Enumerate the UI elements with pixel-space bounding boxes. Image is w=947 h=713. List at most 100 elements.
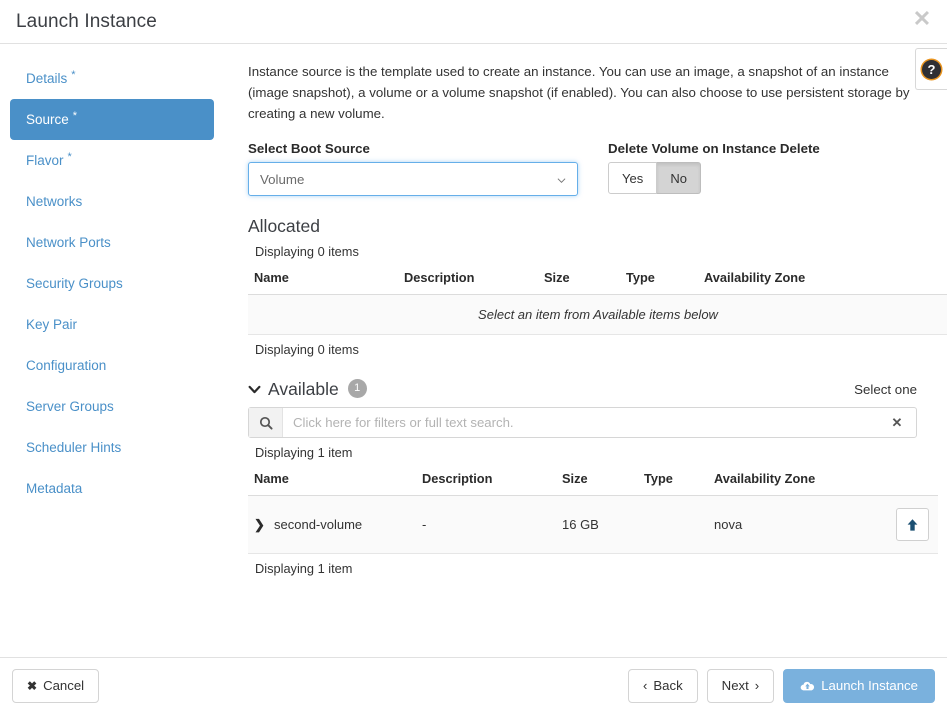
- sidebar-item-flavor[interactable]: Flavor *: [10, 140, 214, 181]
- required-marker: *: [71, 68, 76, 81]
- allocated-count-bottom: Displaying 0 items: [255, 342, 359, 357]
- next-button[interactable]: Next ›: [706, 668, 775, 703]
- delete-volume-label: Delete Volume on Instance Delete: [608, 141, 820, 156]
- sidebar-item-source[interactable]: Source *: [10, 99, 214, 140]
- sidebar-item-label: Security Groups: [26, 276, 123, 291]
- page-title: Launch Instance: [16, 10, 157, 32]
- next-label: Next: [721, 678, 749, 693]
- available-header[interactable]: Available 1 Select one: [248, 379, 917, 400]
- help-glyph: ?: [922, 59, 941, 79]
- column-header-type[interactable]: Type: [620, 266, 698, 295]
- sidebar-item-key-pair[interactable]: Key Pair: [10, 304, 214, 345]
- intro-description: Instance source is the template used to …: [248, 64, 910, 121]
- x-icon: ✖: [27, 678, 38, 693]
- column-header-availability-zone[interactable]: Availability Zone: [698, 266, 878, 295]
- sidebar-item-label: Details: [26, 71, 68, 86]
- sidebar-item-label: Source: [26, 112, 69, 127]
- column-header-name[interactable]: Name: [248, 266, 398, 295]
- chevron-right-icon: ›: [754, 678, 760, 693]
- wizard-sidebar: Details * Source * Flavor * Networks Net…: [0, 44, 228, 657]
- cell-type: [638, 495, 708, 554]
- column-header-size[interactable]: Size: [556, 467, 638, 496]
- sidebar-item-details[interactable]: Details *: [10, 58, 214, 99]
- volume-name: second-volume: [274, 516, 363, 532]
- search-input[interactable]: [283, 415, 886, 430]
- delete-volume-toggle: Yes No: [608, 162, 820, 194]
- sidebar-item-label: Flavor: [26, 153, 64, 168]
- required-marker: *: [67, 150, 72, 163]
- chevron-left-icon: ‹: [642, 678, 648, 693]
- column-header-description[interactable]: Description: [416, 467, 556, 496]
- sidebar-item-label: Metadata: [26, 481, 83, 496]
- search-icon[interactable]: [249, 408, 283, 437]
- chevron-right-icon[interactable]: ❯: [254, 517, 265, 533]
- delete-volume-no-button[interactable]: No: [657, 162, 702, 194]
- footer-actions: ‹ Back Next › Launch Instance: [627, 668, 935, 703]
- help-icon[interactable]: ?: [915, 48, 947, 90]
- sidebar-item-security-groups[interactable]: Security Groups: [10, 263, 214, 304]
- delete-volume-yes-button[interactable]: Yes: [608, 162, 658, 194]
- allocate-button[interactable]: [896, 508, 929, 541]
- available-count-top: Displaying 1 item: [255, 445, 353, 460]
- available-count-badge: 1: [347, 379, 367, 398]
- allocated-section: Allocated Displaying 0 items Name Descri…: [248, 216, 947, 357]
- launch-label: Launch Instance: [821, 678, 918, 693]
- arrow-up-icon: [907, 518, 918, 531]
- launch-instance-dialog: Launch Instance ✕ ? Details * Source * F…: [0, 0, 947, 713]
- sidebar-item-network-ports[interactable]: Network Ports: [10, 222, 214, 263]
- available-count-bottom: Displaying 1 item: [255, 561, 353, 576]
- sidebar-item-configuration[interactable]: Configuration: [10, 345, 214, 386]
- back-button[interactable]: ‹ Back: [627, 668, 698, 703]
- available-table: Name Description Size Type Availability …: [248, 467, 938, 554]
- required-marker: *: [72, 109, 78, 122]
- column-header-actions: [878, 266, 947, 295]
- cloud-upload-icon: [800, 681, 815, 690]
- search-bar[interactable]: ✕: [248, 407, 917, 438]
- sidebar-item-label: Network Ports: [26, 235, 111, 250]
- table-header-row: Name Description Size Type Availability …: [248, 467, 938, 496]
- boot-source-select[interactable]: Volume: [248, 162, 578, 196]
- sidebar-item-label: Networks: [26, 194, 83, 209]
- launch-instance-button[interactable]: Launch Instance: [783, 668, 935, 703]
- cancel-button[interactable]: ✖ Cancel: [12, 668, 100, 703]
- column-header-description[interactable]: Description: [398, 266, 538, 295]
- back-label: Back: [653, 678, 683, 693]
- source-fields-row: Select Boot Source Volume Delete Volume …: [248, 141, 917, 196]
- column-header-size[interactable]: Size: [538, 266, 620, 295]
- cell-name: ❯ second-volume: [248, 495, 416, 554]
- cancel-label: Cancel: [43, 678, 85, 693]
- table-header-row: Name Description Size Type Availability …: [248, 266, 947, 295]
- column-header-type[interactable]: Type: [638, 467, 708, 496]
- allocated-table: Name Description Size Type Availability …: [248, 266, 947, 335]
- boot-source-label: Select Boot Source: [248, 141, 370, 156]
- sidebar-item-networks[interactable]: Networks: [10, 181, 214, 222]
- sidebar-item-metadata[interactable]: Metadata: [10, 468, 214, 509]
- cell-actions: [868, 495, 938, 554]
- table-row-empty: Select an item from Available items belo…: [248, 294, 947, 335]
- column-header-actions: [868, 467, 938, 496]
- boot-source-value: Volume: [260, 171, 305, 187]
- column-header-availability-zone[interactable]: Availability Zone: [708, 467, 868, 496]
- allocated-title: Allocated: [248, 216, 320, 236]
- close-icon[interactable]: ✕: [909, 6, 935, 32]
- source-step-panel: Instance source is the template used to …: [228, 44, 947, 657]
- allocated-empty-message: Select an item from Available items belo…: [248, 294, 947, 335]
- delete-volume-field: Delete Volume on Instance Delete Yes No: [608, 141, 820, 196]
- sidebar-item-label: Key Pair: [26, 317, 78, 332]
- sidebar-item-server-groups[interactable]: Server Groups: [10, 386, 214, 427]
- dialog-header: Launch Instance ✕: [0, 0, 947, 44]
- cell-size: 16 GB: [556, 495, 638, 554]
- sidebar-item-label: Server Groups: [26, 399, 114, 414]
- sidebar-item-label: Configuration: [26, 358, 107, 373]
- clear-icon[interactable]: ✕: [886, 415, 916, 431]
- table-row[interactable]: ❯ second-volume - 16 GB nova: [248, 495, 938, 554]
- available-section: Available 1 Select one ✕ Displaying 1 it…: [248, 379, 938, 576]
- caret-down-icon[interactable]: [248, 383, 261, 396]
- cell-description: -: [416, 495, 556, 554]
- column-header-name[interactable]: Name: [248, 467, 416, 496]
- select-one-hint: Select one: [854, 382, 917, 397]
- dialog-body: ? Details * Source * Flavor * Networks N…: [0, 44, 947, 657]
- sidebar-item-label: Scheduler Hints: [26, 440, 122, 455]
- sidebar-item-scheduler-hints[interactable]: Scheduler Hints: [10, 427, 214, 468]
- available-title: Available: [268, 379, 339, 399]
